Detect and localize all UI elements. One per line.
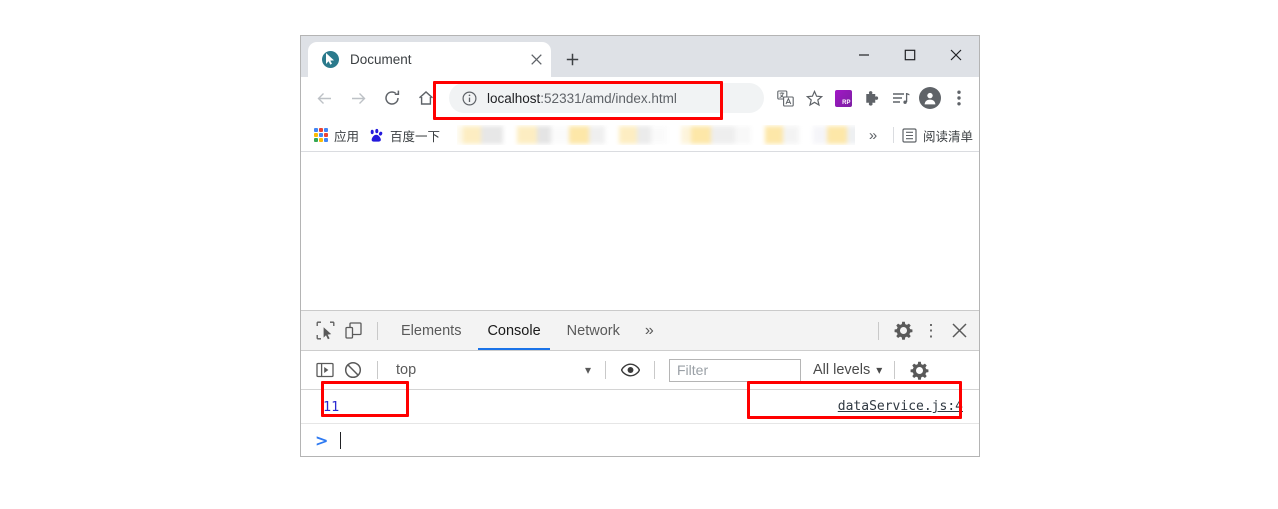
- devtools-panel: Elements Console Network » ⋮ top ▾ Filte…: [301, 311, 979, 456]
- live-expression-eye-icon[interactable]: [616, 356, 644, 384]
- devtools-tab-console[interactable]: Console: [474, 311, 553, 350]
- site-info-icon[interactable]: [461, 90, 477, 106]
- reload-icon[interactable]: [377, 83, 407, 113]
- bookmark-apps-label: 应用: [334, 129, 360, 144]
- redacted-bookmark-item: [813, 126, 855, 144]
- console-message-list: 11 dataService.js:4 >: [301, 390, 979, 456]
- window-close-button[interactable]: [933, 36, 979, 74]
- bookmark-baidu-label: 百度一下: [390, 129, 441, 144]
- devtools-actions-divider: [878, 321, 879, 340]
- address-bar-url: localhost:52331/amd/index.html: [487, 91, 677, 106]
- console-filterbar-divider-3: [654, 361, 655, 379]
- screenshot-stage: Document localhost:52331/amd/index.html …: [0, 0, 1278, 509]
- bookmarks-bar-right: » 阅读清单: [861, 121, 973, 149]
- console-message-row[interactable]: 11 dataService.js:4: [301, 390, 979, 424]
- reading-list-label[interactable]: 阅读清单: [923, 126, 973, 145]
- console-levels-select[interactable]: All levels ▾: [813, 362, 882, 378]
- address-bar-wrapper: localhost:52331/amd/index.html: [449, 83, 764, 113]
- bookmarks-overflow-icon[interactable]: »: [861, 121, 885, 149]
- console-message-source-link[interactable]: dataService.js:4: [838, 399, 963, 414]
- bookmark-baidu[interactable]: 百度一下: [366, 123, 447, 147]
- console-filterbar-divider-4: [894, 361, 896, 379]
- forward-arrow-icon[interactable]: [343, 83, 373, 113]
- devtools-tab-network[interactable]: Network: [554, 311, 633, 350]
- back-arrow-icon[interactable]: [309, 83, 339, 113]
- tab-title: Document: [350, 52, 412, 67]
- tab-strip: Document: [301, 36, 979, 77]
- device-toolbar-icon[interactable]: [339, 317, 367, 345]
- redacted-bookmark-item: [681, 126, 752, 144]
- console-context-value: top: [396, 362, 417, 378]
- window-controls: [841, 36, 979, 74]
- browser-menu-icon[interactable]: [945, 84, 973, 112]
- bookmarks-bar: 应用 百度一下 » 阅读清单: [301, 119, 979, 152]
- console-levels-value: All levels: [813, 362, 871, 378]
- inspect-element-icon[interactable]: [311, 317, 339, 345]
- new-tab-button[interactable]: [557, 44, 587, 74]
- reading-list-icon: [902, 127, 917, 143]
- console-prompt-row[interactable]: >: [301, 424, 979, 456]
- home-icon[interactable]: [411, 83, 441, 113]
- media-playlist-icon[interactable]: [887, 84, 915, 112]
- chevron-down-icon: ▾: [876, 363, 883, 377]
- live-server-cursor-icon: [322, 51, 339, 68]
- devtools-close-icon[interactable]: [945, 317, 973, 345]
- url-path: :52331/amd/index.html: [540, 90, 677, 106]
- console-context-select[interactable]: top ▾: [388, 358, 595, 382]
- bookmarks-divider: [892, 127, 894, 143]
- browser-tab-document[interactable]: Document: [308, 42, 551, 77]
- page-viewport: [301, 152, 979, 311]
- devtools-tab-elements[interactable]: Elements: [388, 311, 474, 350]
- clear-console-icon[interactable]: [339, 356, 367, 384]
- extensions-puzzle-icon[interactable]: [858, 84, 886, 112]
- console-message-value: 11: [323, 398, 340, 415]
- apps-grid-icon: [314, 128, 328, 142]
- devtools-menu-icon[interactable]: ⋮: [917, 317, 945, 345]
- extension-rp-badge: [834, 89, 852, 107]
- profile-avatar-icon[interactable]: [916, 84, 944, 112]
- window-minimize-button[interactable]: [841, 36, 887, 74]
- redacted-bookmark-item: [619, 126, 668, 144]
- console-filterbar-divider-2: [605, 361, 606, 379]
- bookmark-apps[interactable]: 应用: [311, 123, 366, 147]
- tab-close-icon[interactable]: [525, 49, 547, 71]
- redacted-bookmark-item: [457, 126, 504, 144]
- devtools-more-tabs-icon[interactable]: »: [633, 322, 666, 340]
- avatar: [919, 87, 941, 109]
- extension-rp-icon[interactable]: [829, 84, 857, 112]
- devtools-tab-bar: Elements Console Network » ⋮: [301, 311, 979, 351]
- devtools-settings-gear-icon[interactable]: [889, 317, 917, 345]
- redacted-bookmark-item: [765, 126, 800, 144]
- devtools-tabbar-divider: [377, 321, 378, 340]
- chevron-down-icon: ▾: [584, 363, 591, 377]
- browser-window: Document localhost:52331/amd/index.html …: [300, 35, 980, 457]
- console-filterbar-divider-1: [377, 361, 378, 379]
- redacted-bookmark-item: [517, 126, 606, 144]
- console-filter-bar: top ▾ Filter All levels ▾: [301, 351, 979, 390]
- redacted-bookmarks[interactable]: [457, 125, 855, 145]
- address-bar[interactable]: localhost:52331/amd/index.html: [449, 83, 764, 113]
- console-prompt-arrow-icon: >: [315, 430, 329, 450]
- console-sidebar-toggle-icon[interactable]: [311, 356, 339, 384]
- translate-icon[interactable]: [771, 84, 799, 112]
- console-settings-gear-icon[interactable]: [905, 356, 933, 384]
- console-text-caret: [340, 431, 342, 449]
- console-filter-input[interactable]: Filter: [669, 358, 801, 382]
- window-maximize-button[interactable]: [887, 36, 933, 74]
- browser-toolbar: localhost:52331/amd/index.html: [301, 77, 979, 119]
- baidu-paw-icon: [369, 128, 384, 143]
- url-host: localhost: [487, 90, 541, 106]
- bookmark-star-icon[interactable]: [800, 84, 828, 112]
